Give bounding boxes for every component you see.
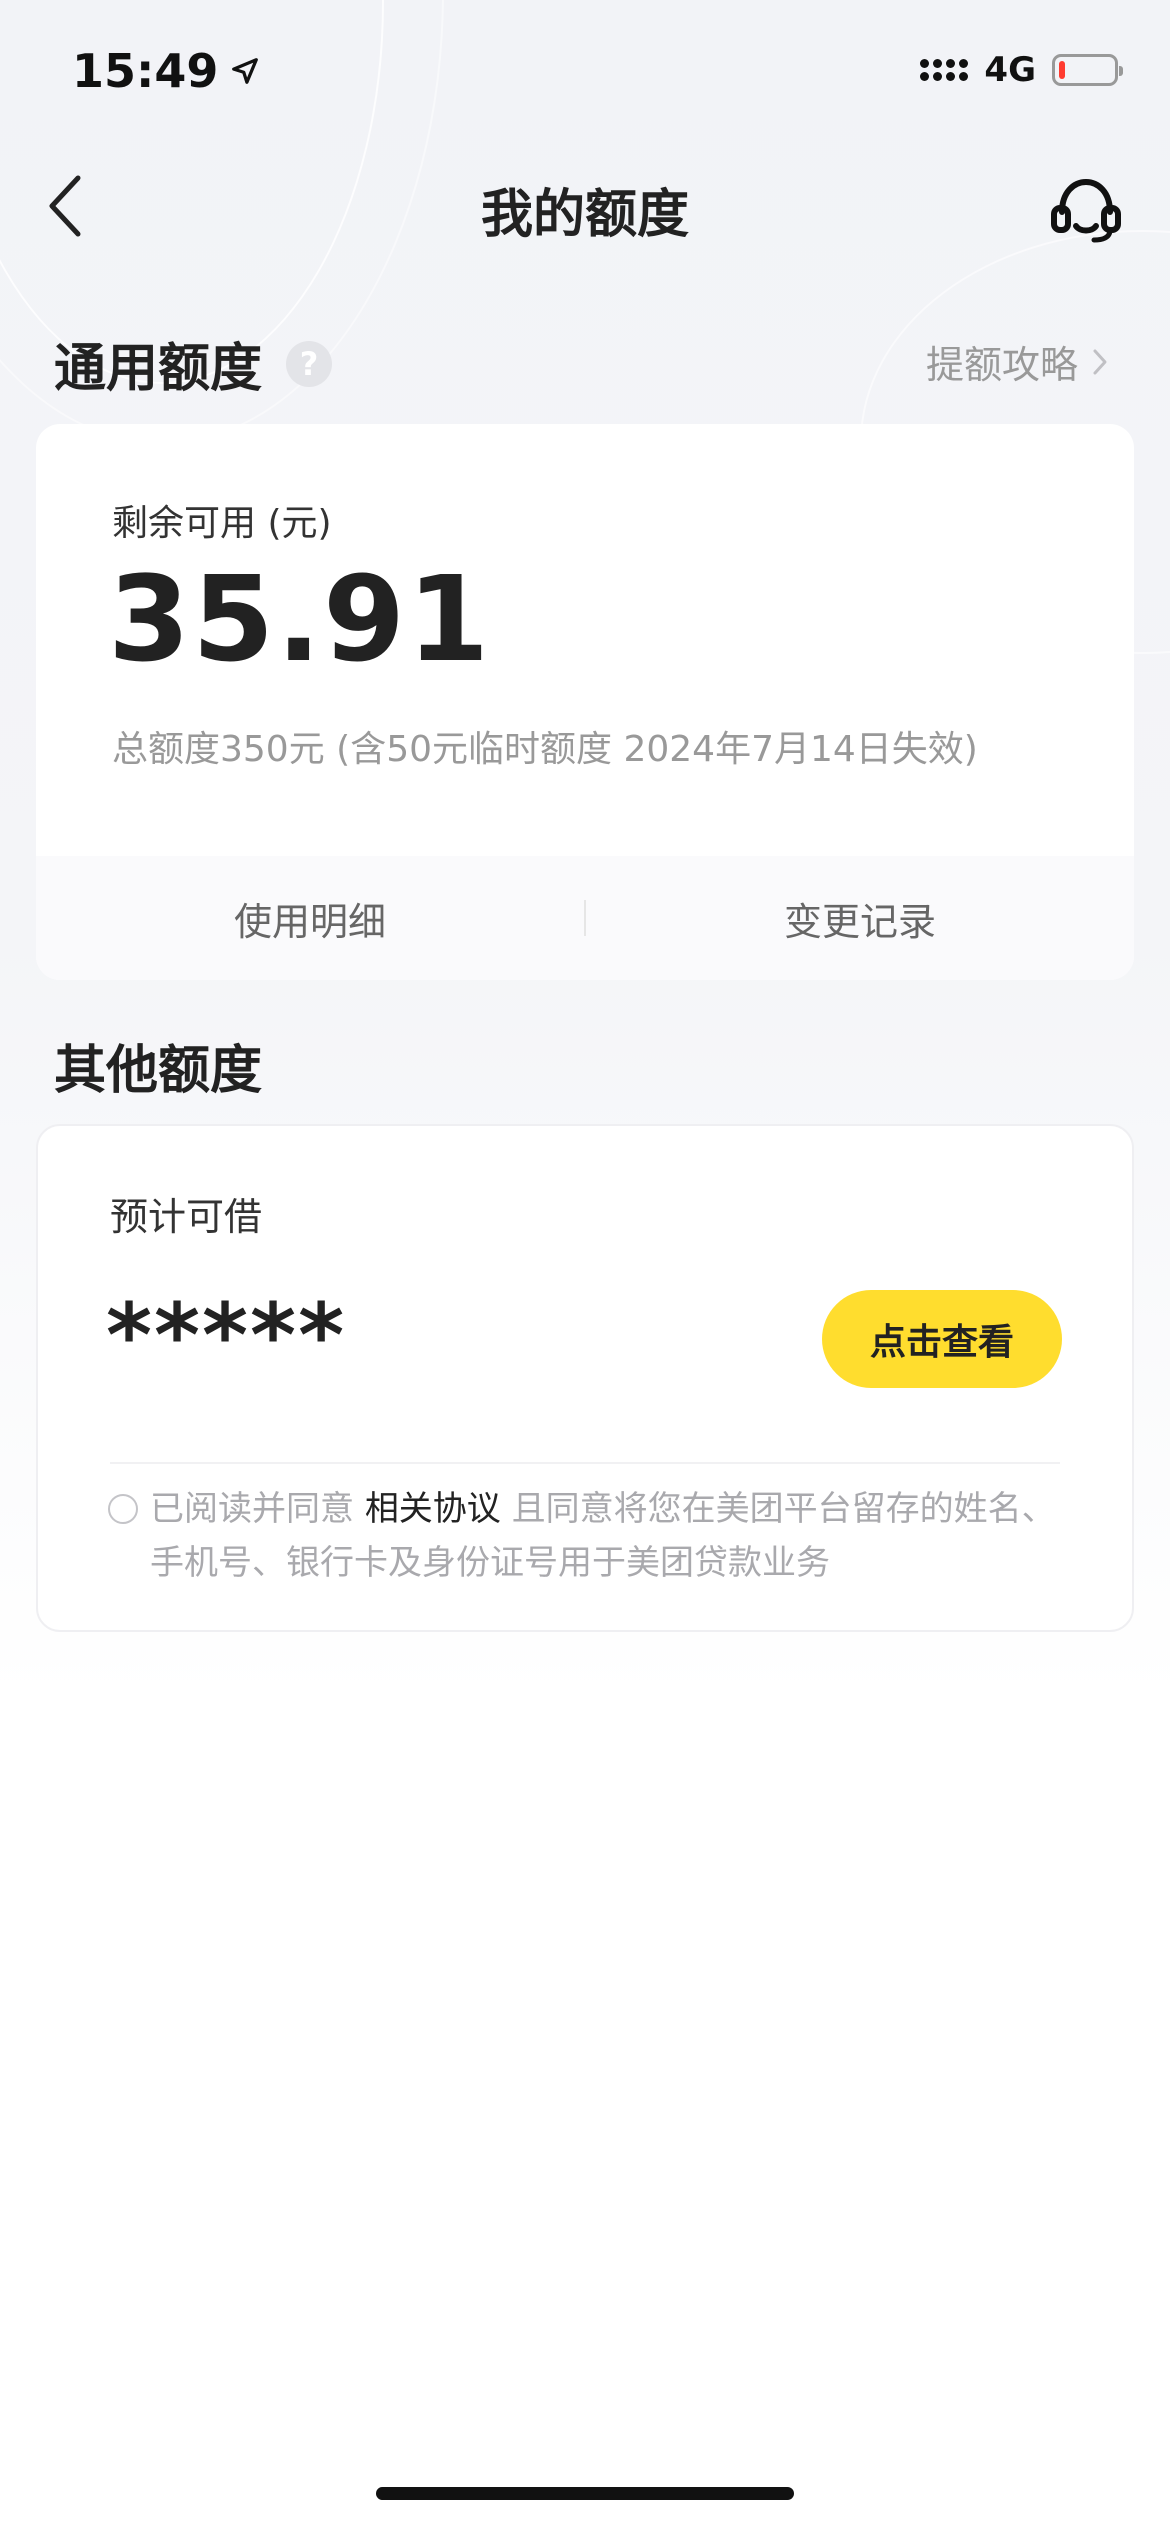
quota-actions: 使用明细 变更记录 [36, 856, 1134, 980]
agreement-text: 已阅读并同意 相关协议 且同意将您在美团平台留存的姓名、手机号、银行卡及身份证号… [150, 1482, 1082, 1590]
network-type: 4G [984, 50, 1036, 90]
page-title: 我的额度 [480, 185, 689, 245]
estimated-loan-label: 预计可借 [110, 1195, 263, 1239]
general-quota-card: 剩余可用 (元) 35.91 总额度350元 (含50元临时额度 2024年7月… [36, 424, 1134, 980]
status-indicators: 4G [920, 50, 1123, 90]
status-time: 15:49 [72, 44, 260, 98]
quota-increase-guide-link[interactable]: 提额攻略 [926, 334, 1108, 389]
general-quota-header: 通用额度 ? [54, 326, 333, 401]
view-amount-button[interactable]: 点击查看 [822, 1290, 1062, 1388]
general-quota-title: 通用额度 [54, 339, 263, 399]
battery-icon [1052, 54, 1123, 86]
remaining-label: 剩余可用 (元) [112, 503, 332, 544]
masked-amount: ***** [106, 1284, 347, 1387]
home-indicator [376, 2487, 794, 2500]
location-arrow-icon [232, 58, 259, 84]
change-records-button[interactable]: 变更记录 [586, 891, 1134, 946]
total-quota-description: 总额度350元 (含50元临时额度 2024年7月14日失效) [112, 729, 978, 770]
usage-details-button[interactable]: 使用明细 [36, 891, 584, 946]
agreement-link[interactable]: 相关协议 [365, 1489, 501, 1529]
signal-strength-icon [920, 59, 969, 81]
question-icon[interactable]: ? [286, 340, 333, 387]
agreement-prefix: 已阅读并同意 [150, 1489, 365, 1529]
headset-icon [1051, 178, 1121, 243]
remaining-amount: 35.91 [108, 550, 492, 688]
status-time-text: 15:49 [72, 44, 219, 98]
guide-link-label: 提额攻略 [925, 343, 1078, 387]
customer-service-button[interactable] [1044, 170, 1128, 250]
agreement-checkbox[interactable] [108, 1494, 138, 1524]
other-quota-card: 预计可借 ***** 点击查看 已阅读并同意 相关协议 且同意将您在美团平台留存… [36, 1124, 1134, 1632]
other-quota-title: 其他额度 [54, 1041, 263, 1101]
chevron-right-icon [1093, 349, 1107, 374]
battery-level [1059, 61, 1066, 79]
card-divider [110, 1462, 1060, 1464]
